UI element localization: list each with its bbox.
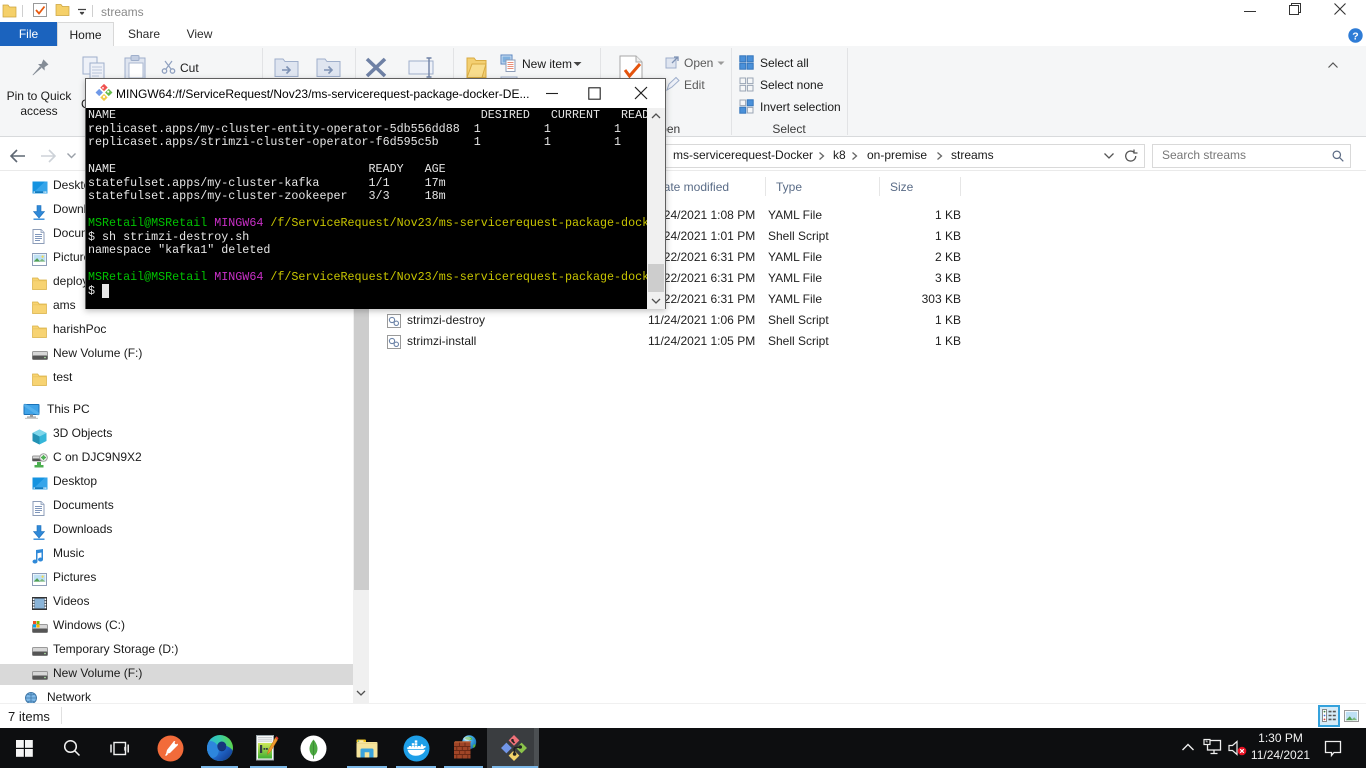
svg-text:?: ? — [1352, 30, 1358, 42]
